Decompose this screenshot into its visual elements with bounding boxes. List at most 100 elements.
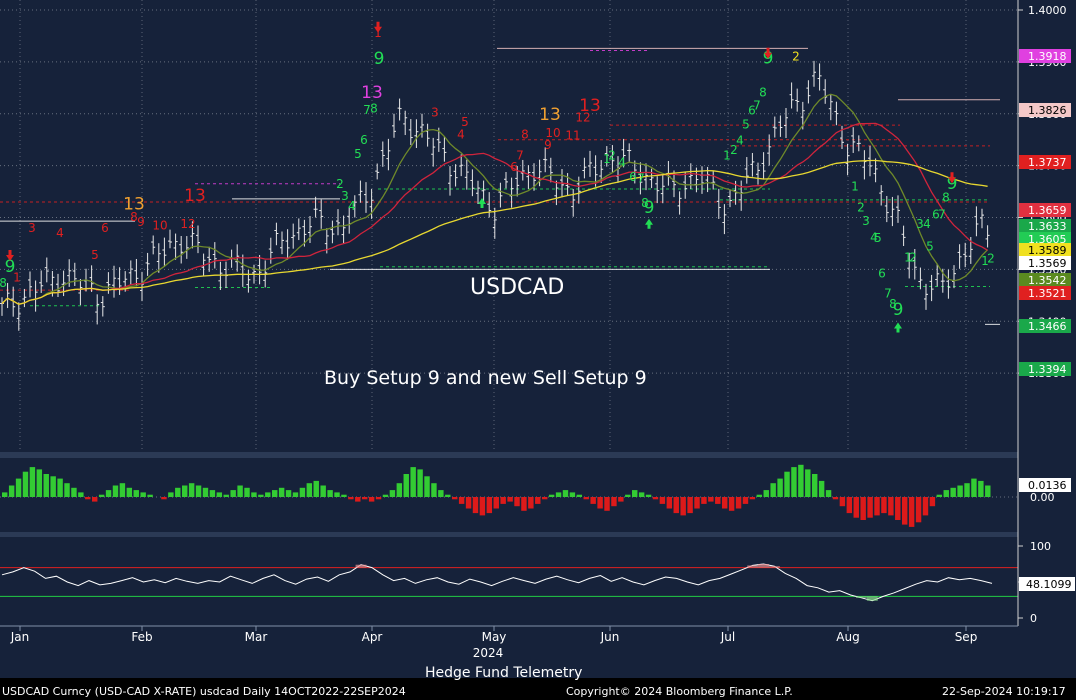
histogram-bar [971, 478, 977, 497]
x-tick-label: Sep [955, 630, 978, 644]
td-count-digit: 4 [736, 133, 744, 147]
histogram-bar [680, 497, 686, 516]
usdcad-chart: 1313131313999999181345689101223456783456… [0, 0, 1076, 700]
histogram-bar [389, 490, 396, 497]
price-tag-label: 1.3466 [1028, 320, 1067, 333]
x-tick-label: Mar [245, 630, 268, 644]
histogram-bar [15, 478, 22, 497]
histogram-bar [929, 497, 936, 507]
histogram-bar [292, 492, 299, 497]
histogram-bar [528, 497, 534, 509]
histogram-bar [147, 494, 153, 497]
histogram-bar [341, 494, 347, 497]
td-count-digit: 5 [874, 231, 882, 245]
histogram-bar [182, 485, 188, 497]
histogram-bar [597, 497, 603, 509]
x-tick-label: Aug [836, 630, 859, 644]
oversold-fill [866, 596, 878, 601]
histogram-bar [327, 490, 333, 497]
histogram-bar [36, 469, 43, 497]
histogram-bar [368, 497, 375, 502]
histogram-bar [119, 483, 126, 497]
histogram-bar [85, 497, 91, 500]
histogram-bar [638, 492, 645, 497]
histogram-bar [860, 497, 866, 520]
histogram-bar [915, 497, 922, 523]
td-count-digit: 11 [565, 129, 580, 143]
histogram-bar [902, 497, 908, 525]
price-tag-label: 1.3633 [1028, 220, 1067, 233]
chart-annotation: Buy Setup 9 and new Sell Setup 9 [324, 367, 647, 389]
histogram-bar [611, 497, 617, 507]
td-count-label: 9 [374, 49, 385, 69]
histogram-bar [251, 492, 257, 497]
histogram-bar [805, 469, 811, 497]
histogram-bar [895, 497, 901, 520]
price-tag-label: 1.3659 [1028, 204, 1067, 217]
x-year-label: 2024 [473, 646, 504, 660]
histogram-bar [514, 497, 520, 507]
histogram-bar [812, 474, 818, 497]
histogram-bar [874, 497, 880, 516]
histogram-bar [735, 497, 742, 509]
y-tick-label: 100 [1030, 540, 1051, 553]
td-count-digit: 2 [909, 251, 917, 265]
histogram-bar [908, 497, 915, 527]
td-count-digit: 7 [938, 208, 946, 222]
x-tick-label: Jan [10, 630, 30, 644]
td-count-label: 13 [184, 186, 206, 206]
histogram-bar [22, 471, 29, 497]
y-tick-label: 1.4000 [1028, 4, 1067, 17]
histogram-bar [78, 492, 84, 497]
histogram-bar [272, 490, 278, 497]
td-count-digit: 3 [862, 214, 870, 228]
histogram-bar [278, 487, 285, 497]
histogram-bar [784, 471, 790, 497]
histogram-bar [299, 487, 306, 497]
y-tick-label: 0.00 [1030, 491, 1055, 504]
histogram-bar [590, 497, 596, 504]
footer-right: 22-Sep-2024 10:19:17 [942, 685, 1066, 698]
td-count-digit: 10 [152, 218, 167, 232]
histogram-bar [445, 494, 451, 497]
histogram-bar [140, 492, 146, 497]
overbought-fill [747, 565, 759, 568]
td-count-digit: 9 [544, 138, 552, 152]
histogram-bar [64, 483, 70, 497]
histogram-bar [832, 497, 839, 500]
td-count-digit: 8 [521, 128, 529, 142]
overbought-fill [758, 564, 769, 568]
histogram-bar [355, 497, 361, 502]
x-tick-label: Apr [362, 630, 383, 644]
footer-caption: Hedge Fund Telemetry [425, 665, 582, 681]
histogram-bar [922, 497, 929, 516]
td-count-digit: 1 [13, 270, 21, 284]
histogram-bar [839, 497, 846, 507]
histogram-bar [452, 497, 458, 500]
histogram-bar [216, 492, 223, 497]
price-tag-label: 1.3589 [1028, 244, 1067, 257]
histogram-bar [396, 483, 403, 497]
histogram-bar [742, 497, 749, 504]
x-tick-label: Feb [131, 630, 152, 644]
histogram-bar [362, 497, 368, 500]
histogram-bar [479, 497, 486, 516]
histogram-bar [555, 492, 562, 497]
histogram-bar [2, 492, 8, 497]
histogram-bar [348, 497, 354, 500]
histogram-bar [57, 478, 63, 497]
histogram-bar [763, 490, 769, 497]
histogram-bar [237, 485, 243, 497]
histogram-bar [625, 494, 631, 497]
histogram-bar [535, 497, 541, 504]
histogram-bar [867, 497, 873, 518]
histogram-bar [950, 487, 956, 497]
histogram-bar [715, 497, 721, 504]
td-count-digit: 1 [851, 180, 859, 194]
histogram-bar [507, 497, 513, 502]
td-count-digit: 6 [360, 133, 368, 147]
td-count-digit: 2 [608, 148, 616, 162]
histogram-bar [576, 494, 583, 497]
histogram-panel [0, 458, 1018, 532]
histogram-bar [749, 497, 756, 500]
